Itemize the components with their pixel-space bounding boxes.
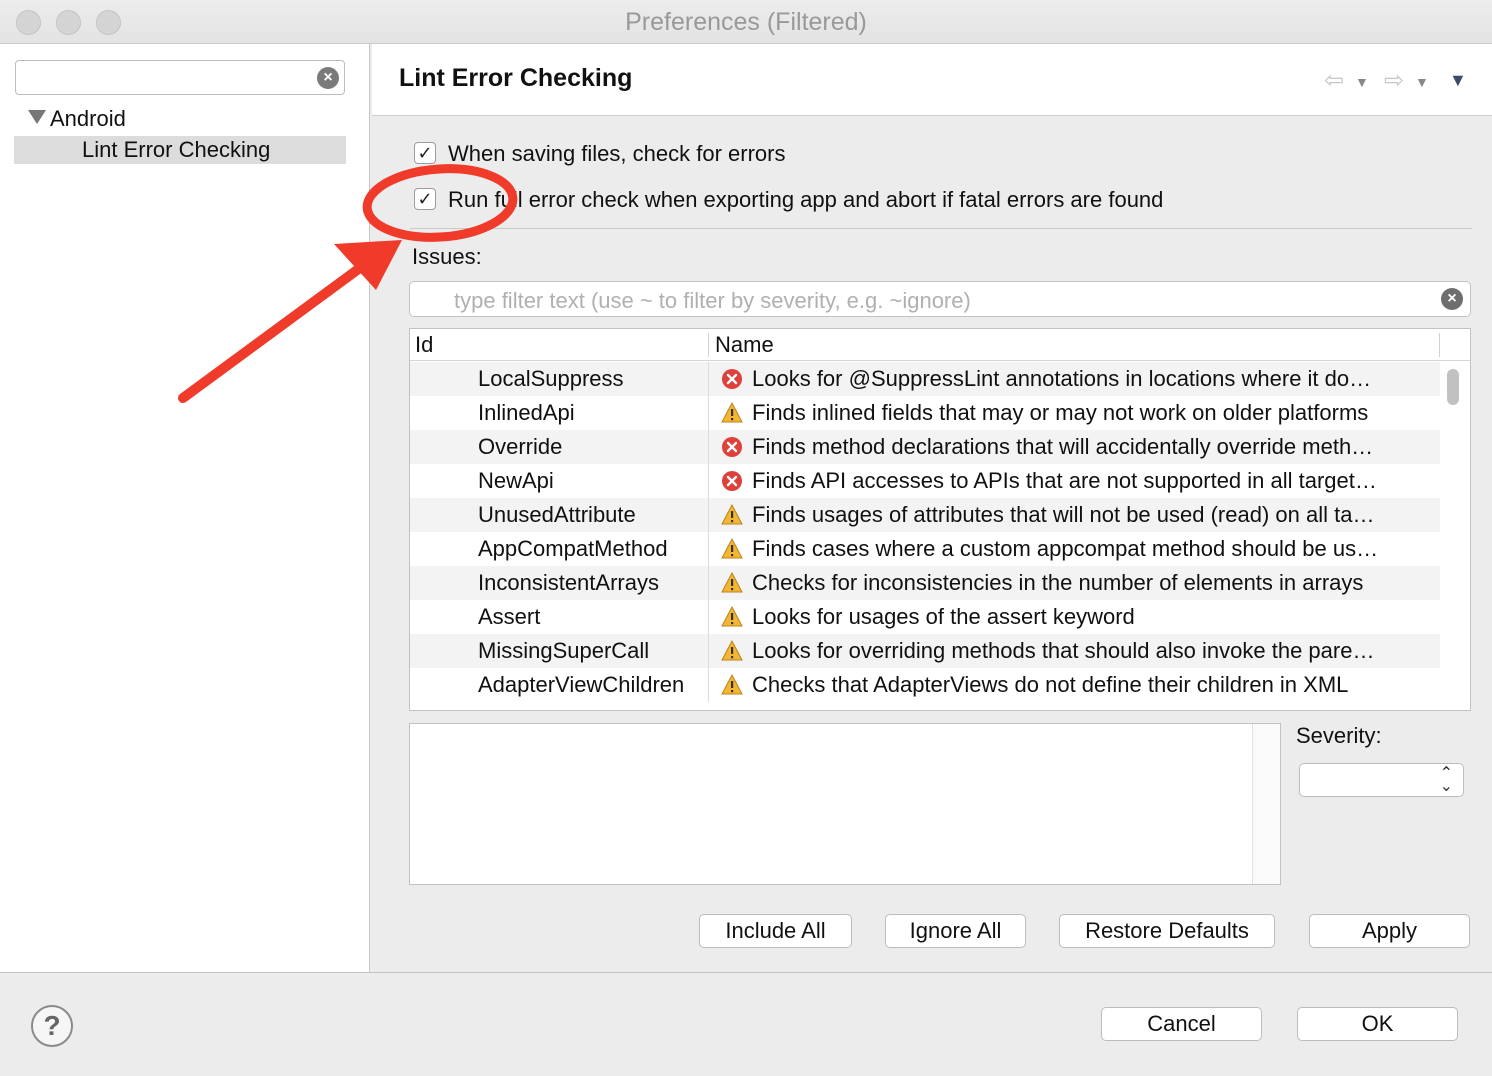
table-row[interactable]: InlinedApi Finds inlined fields that may … [410,396,1440,430]
column-header-id[interactable]: Id [415,332,433,358]
issues-label: Issues: [412,244,482,269]
severity-select[interactable]: ⌃ ⌄ [1299,763,1464,797]
table-row[interactable]: AppCompatMethod Finds cases where a custo… [410,532,1440,566]
preference-page: Lint Error Checking ⇦ ▼ ⇨ ▼ ▼ ✓ When sav… [372,44,1492,972]
restore-defaults-button[interactable]: Restore Defaults [1059,914,1275,948]
column-divider [708,498,709,532]
description-scrollbar[interactable] [1252,724,1280,884]
clear-filter-icon[interactable]: × [1441,288,1463,310]
table-row[interactable]: NewApi Finds API accesses to APIs that ar… [410,464,1440,498]
include-all-button[interactable]: Include All [699,914,852,948]
filter-placeholder: type filter text (use ~ to filter by sev… [454,288,971,313]
warning-icon [721,538,743,559]
warning-icon [721,504,743,525]
cancel-button[interactable]: Cancel [1101,1007,1262,1041]
issue-id-cell: InlinedApi [478,400,575,425]
column-divider [708,668,709,702]
help-icon[interactable]: ? [31,1005,73,1047]
column-header-name[interactable]: Name [715,332,774,358]
ignore-all-button[interactable]: Ignore All [885,914,1026,948]
forward-menu-chevron-icon[interactable]: ▼ [1415,74,1429,90]
warning-icon [721,674,743,695]
check-on-export-label: Run full error check when exporting app … [448,187,1164,212]
issue-id-cell: AppCompatMethod [478,536,668,561]
check-on-export-checkbox[interactable]: ✓ [414,188,436,210]
issue-id-cell: UnusedAttribute [478,502,636,527]
check-on-save-label: When saving files, check for errors [448,141,786,166]
issue-name-cell: Looks for usages of the assert keyword [752,604,1135,629]
warning-icon [721,640,743,661]
separator [410,228,1472,229]
issue-name-cell: Finds usages of attributes that will not… [752,502,1375,527]
table-row[interactable]: MissingSuperCall Looks for overriding met… [410,634,1440,668]
column-divider[interactable] [708,333,709,357]
issue-name-cell: Finds API accesses to APIs that are not … [752,468,1377,493]
error-icon [722,437,742,457]
error-icon [722,471,742,491]
back-menu-chevron-icon[interactable]: ▼ [1355,74,1369,90]
severity-label: Severity: [1296,723,1382,748]
column-divider [1439,333,1440,357]
issue-id-cell: LocalSuppress [478,366,624,391]
table-row[interactable]: Assert Looks for usages of the assert key… [410,600,1440,634]
page-header: Lint Error Checking ⇦ ▼ ⇨ ▼ ▼ [372,44,1492,116]
table-header: Id Name [410,329,1470,361]
table-scrollbar[interactable] [1447,369,1459,405]
forward-arrow-icon[interactable]: ⇨ [1384,66,1404,95]
column-divider [708,566,709,600]
table-row[interactable]: LocalSuppress Looks for @SuppressLint ann… [410,362,1440,396]
column-divider [708,634,709,668]
issue-id-cell: InconsistentArrays [478,570,659,595]
issue-name-cell: Finds method declarations that will acci… [752,434,1374,459]
title-bar: Preferences (Filtered) [0,0,1492,44]
dialog-footer: ? Cancel OK [0,972,1492,1076]
issue-name-cell: Finds cases where a custom appcompat met… [752,536,1379,561]
tree-item-android[interactable]: Android [28,106,126,132]
table-row[interactable]: AdapterViewChildren Checks that AdapterVi… [410,668,1440,702]
issue-name-cell: Checks for inconsistencies in the number… [752,570,1364,595]
issue-name-cell: Looks for @SuppressLint annotations in l… [752,366,1372,391]
column-divider [708,600,709,634]
warning-icon [721,572,743,593]
issue-id-cell: Override [478,434,563,459]
up-down-chevron-icon: ⌃ ⌄ [1439,765,1453,795]
issues-filter-input[interactable]: type filter text (use ~ to filter by sev… [409,281,1471,317]
issue-description-box[interactable] [409,723,1281,885]
column-divider [708,532,709,566]
issues-table[interactable]: Id Name LocalSuppress Looks for @Suppress… [409,328,1471,711]
table-row[interactable]: InconsistentArrays Checks for inconsisten… [410,566,1440,600]
column-divider [708,464,709,498]
apply-button[interactable]: Apply [1309,914,1470,948]
preferences-tree-pane: × Android Lint Error Checking [0,44,370,972]
table-row[interactable]: UnusedAttribute Finds usages of attribute… [410,498,1440,532]
table-row[interactable]: Override Finds method declarations that w… [410,430,1440,464]
error-icon [722,369,742,389]
page-title: Lint Error Checking [399,64,633,92]
disclosure-triangle-icon[interactable] [28,110,46,124]
ok-button[interactable]: OK [1297,1007,1458,1041]
warning-icon [721,606,743,627]
check-on-save-checkbox[interactable]: ✓ [414,142,436,164]
window-title: Preferences (Filtered) [625,8,867,36]
issue-id-cell: MissingSuperCall [478,638,650,663]
table-body: LocalSuppress Looks for @SuppressLint ann… [410,362,1440,710]
issue-id-cell: AdapterViewChildren [478,672,685,697]
issue-id-cell: NewApi [478,468,554,493]
issue-name-cell: Looks for overriding methods that should… [752,638,1375,663]
issue-id-cell: Assert [478,604,541,629]
issue-name-cell: Finds inlined fields that may or may not… [752,400,1369,425]
warning-icon [721,402,743,423]
issue-name-cell: Checks that AdapterViews do not define t… [752,672,1349,697]
clear-search-icon[interactable]: × [317,67,339,89]
tree-item-label: Android [50,106,126,131]
column-divider [708,362,709,396]
back-arrow-icon[interactable]: ⇦ [1324,66,1344,95]
column-divider [708,430,709,464]
preferences-search-input[interactable]: × [15,60,345,95]
column-divider [708,396,709,430]
tree-item-lint-error-checking[interactable]: Lint Error Checking [14,136,346,164]
view-menu-icon[interactable]: ▼ [1449,70,1467,91]
